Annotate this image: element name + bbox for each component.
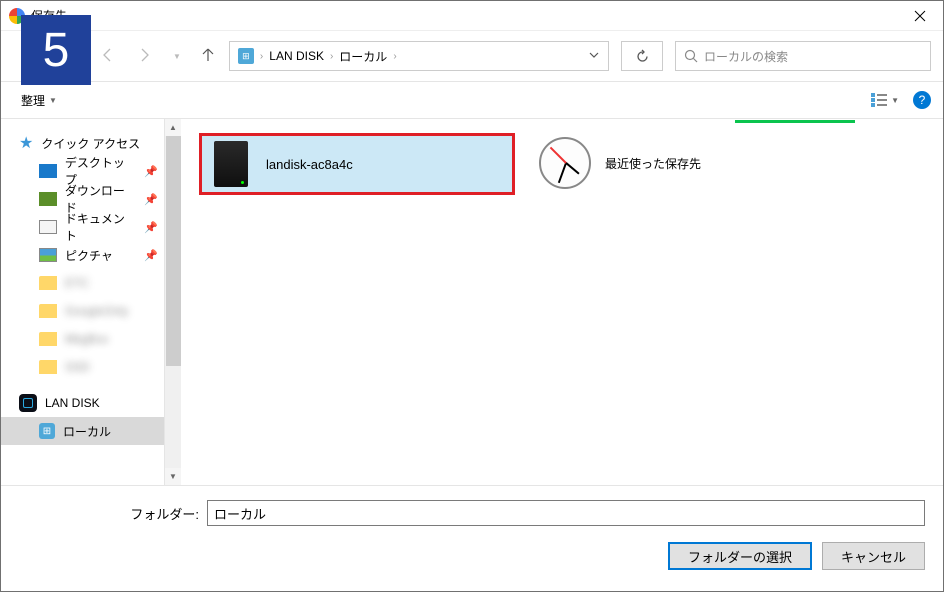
file-list-pane[interactable]: landisk-ac8a4c 最近使った保存先 bbox=[181, 119, 943, 485]
drive-icon bbox=[214, 141, 248, 187]
desktop-icon bbox=[39, 164, 57, 178]
refresh-button[interactable] bbox=[621, 41, 663, 71]
progress-indicator bbox=[735, 120, 855, 123]
sidebar-item-documents[interactable]: ドキュメント 📌 bbox=[1, 213, 164, 241]
folder-name-input[interactable] bbox=[207, 500, 925, 526]
sidebar-item-desktop[interactable]: デスクトップ 📌 bbox=[1, 157, 164, 185]
folder-field-label: フォルダー: bbox=[19, 504, 199, 523]
chevron-right-icon: › bbox=[330, 51, 333, 62]
footer: フォルダー: フォルダーの選択 キャンセル bbox=[1, 485, 943, 582]
sidebar-landisk[interactable]: LAN DISK bbox=[1, 389, 164, 417]
organize-menu[interactable]: 整理 ▼ bbox=[21, 92, 57, 109]
file-item-recent[interactable]: 最近使った保存先 bbox=[535, 133, 705, 193]
chevron-right-icon: › bbox=[260, 51, 263, 62]
sidebar-item-local[interactable]: ⊞ ローカル bbox=[1, 417, 164, 445]
help-button[interactable]: ? bbox=[913, 91, 931, 109]
file-item-label: 最近使った保存先 bbox=[605, 155, 701, 172]
folder-icon bbox=[39, 276, 57, 290]
main-area: ★ クイック アクセス デスクトップ 📌 ダウンロード 📌 ドキュメント 📌 bbox=[1, 119, 943, 485]
folder-icon bbox=[39, 332, 57, 346]
nav-history-dropdown[interactable]: ▼ bbox=[173, 52, 181, 61]
address-dropdown[interactable] bbox=[588, 49, 600, 64]
save-dialog-window: 保存先 5 ▼ ⊞ › LAN DISK › ローカル › ローカルの検索 bbox=[0, 0, 944, 592]
chevron-right-icon: › bbox=[393, 51, 396, 62]
local-icon: ⊞ bbox=[39, 423, 55, 439]
sidebar-quick-access[interactable]: ★ クイック アクセス bbox=[1, 129, 164, 157]
document-icon bbox=[39, 220, 57, 234]
search-icon bbox=[684, 49, 698, 63]
navigation-row: ▼ ⊞ › LAN DISK › ローカル › ローカルの検索 bbox=[1, 31, 943, 81]
file-item-label: landisk-ac8a4c bbox=[266, 157, 353, 172]
select-folder-button[interactable]: フォルダーの選択 bbox=[668, 542, 812, 570]
pin-icon: 📌 bbox=[144, 221, 158, 234]
sidebar-item-folder[interactable]: GoogleOnly bbox=[1, 297, 164, 325]
breadcrumb-item[interactable]: ローカル bbox=[339, 48, 387, 65]
search-placeholder: ローカルの検索 bbox=[704, 48, 788, 65]
nav-up-button[interactable] bbox=[199, 46, 217, 67]
breadcrumb-item[interactable]: LAN DISK bbox=[269, 49, 324, 63]
pin-icon: 📌 bbox=[144, 193, 158, 206]
titlebar: 保存先 bbox=[1, 1, 943, 31]
search-input[interactable]: ローカルの検索 bbox=[675, 41, 931, 71]
close-button[interactable] bbox=[897, 1, 943, 31]
scroll-down-arrow[interactable]: ▼ bbox=[165, 468, 181, 485]
sidebar-item-pictures[interactable]: ピクチャ 📌 bbox=[1, 241, 164, 269]
cancel-button[interactable]: キャンセル bbox=[822, 542, 925, 570]
sidebar-item-folder[interactable]: MkgBox bbox=[1, 325, 164, 353]
nav-back-button[interactable] bbox=[97, 45, 117, 68]
folder-icon bbox=[39, 304, 57, 318]
scroll-up-arrow[interactable]: ▲ bbox=[165, 119, 181, 136]
sidebar-item-folder[interactable]: SSD bbox=[1, 353, 164, 381]
close-icon bbox=[914, 10, 926, 22]
toolbar: 整理 ▼ ▼ ? bbox=[1, 81, 943, 119]
chevron-down-icon: ▼ bbox=[49, 96, 57, 105]
landisk-icon bbox=[19, 394, 37, 412]
sidebar: ★ クイック アクセス デスクトップ 📌 ダウンロード 📌 ドキュメント 📌 bbox=[1, 119, 181, 485]
step-badge: 5 bbox=[21, 15, 91, 85]
picture-icon bbox=[39, 248, 57, 262]
download-icon bbox=[39, 192, 57, 206]
nav-forward-button[interactable] bbox=[135, 45, 155, 68]
sidebar-scrollbar[interactable]: ▲ ▼ bbox=[164, 119, 181, 485]
view-options-button[interactable]: ▼ bbox=[871, 93, 899, 107]
file-item-landisk[interactable]: landisk-ac8a4c bbox=[199, 133, 515, 195]
sidebar-item-downloads[interactable]: ダウンロード 📌 bbox=[1, 185, 164, 213]
address-bar[interactable]: ⊞ › LAN DISK › ローカル › bbox=[229, 41, 609, 71]
scrollbar-thumb[interactable] bbox=[166, 136, 181, 366]
pin-icon: 📌 bbox=[144, 165, 158, 178]
folder-icon bbox=[39, 360, 57, 374]
chevron-down-icon: ▼ bbox=[891, 96, 899, 105]
sidebar-item-folder[interactable]: ETC bbox=[1, 269, 164, 297]
clock-icon bbox=[539, 137, 591, 189]
refresh-icon bbox=[635, 49, 650, 64]
star-icon: ★ bbox=[19, 133, 33, 153]
view-options-icon bbox=[871, 93, 889, 107]
pin-icon: 📌 bbox=[144, 249, 158, 262]
breadcrumb-root-icon: ⊞ bbox=[238, 48, 254, 64]
